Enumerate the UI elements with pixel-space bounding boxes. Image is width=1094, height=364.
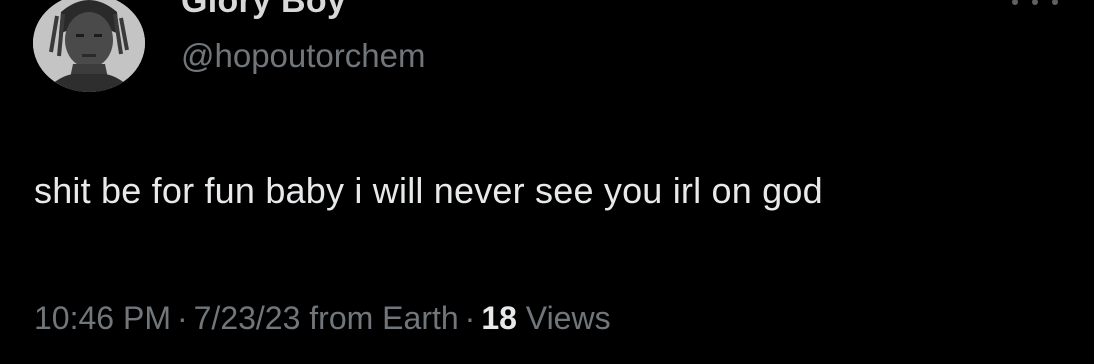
tweet: Glory Boy @hopoutorchem shit be for fun … bbox=[0, 0, 1094, 364]
user-handle[interactable]: @hopoutorchem bbox=[181, 37, 425, 75]
meta-separator: · bbox=[464, 300, 476, 336]
more-options-button[interactable] bbox=[1012, 0, 1058, 14]
tweet-time[interactable]: 10:46 PM bbox=[34, 300, 171, 336]
more-horizontal-icon-dot bbox=[1032, 0, 1038, 5]
more-horizontal-icon-dot bbox=[1052, 0, 1058, 5]
tweet-meta: 10:46 PM · 7/23/23 from Earth · 18 Views bbox=[34, 300, 611, 337]
more-horizontal-icon bbox=[1012, 0, 1018, 5]
meta-separator: · bbox=[176, 300, 188, 336]
views-count: 18 bbox=[481, 300, 517, 336]
display-name[interactable]: Glory Boy bbox=[181, 0, 346, 21]
views-label: Views bbox=[525, 300, 611, 336]
tweet-text: shit be for fun baby i will never see yo… bbox=[34, 170, 823, 211]
tweet-source: from Earth bbox=[309, 300, 459, 336]
tweet-date[interactable]: 7/23/23 bbox=[194, 300, 301, 336]
avatar[interactable] bbox=[33, 0, 145, 92]
profile-photo-icon bbox=[33, 0, 145, 92]
